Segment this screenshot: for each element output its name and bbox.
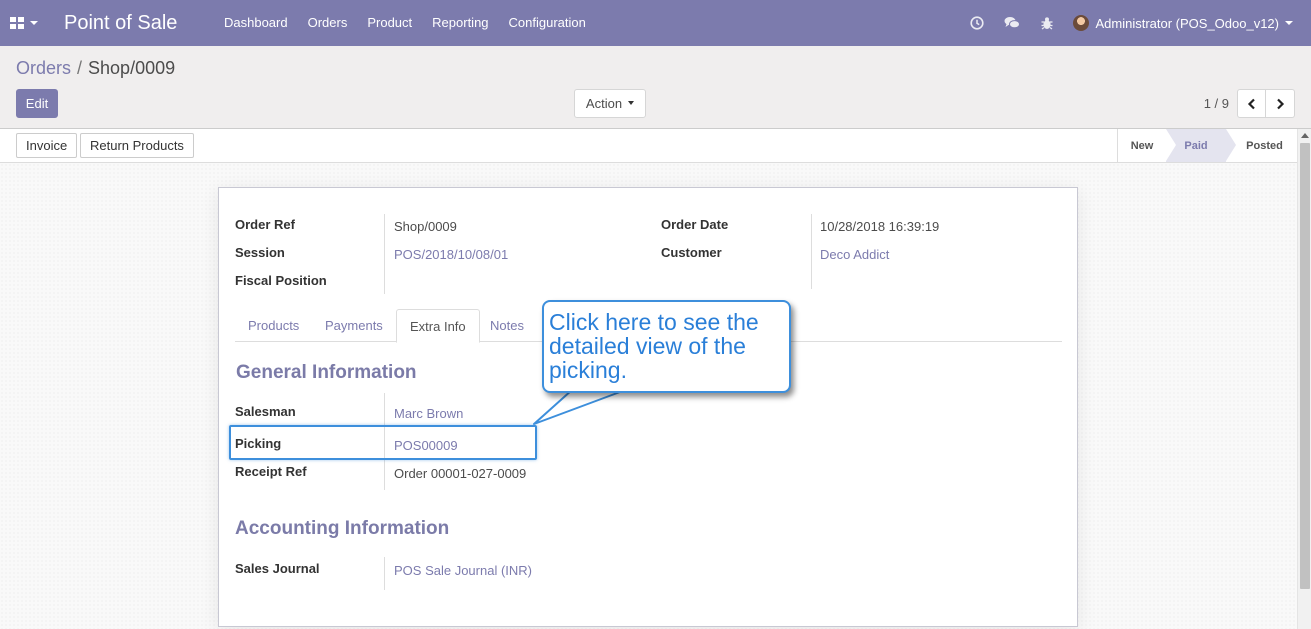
session-link[interactable]: POS/2018/10/08/01 — [394, 247, 508, 262]
action-dropdown-button[interactable]: Action — [574, 89, 646, 118]
callout-bubble: Click here to see the detailed view of t… — [542, 300, 791, 393]
status-step-new: New — [1130, 139, 1154, 152]
pager: 1 / 9 — [1204, 89, 1295, 118]
chevron-down-icon — [30, 21, 38, 25]
navbar-right: Administrator (POS_Odoo_v12) — [968, 0, 1311, 46]
pager-value[interactable]: 1 / 9 — [1204, 96, 1229, 111]
tab-notes[interactable]: Notes — [477, 309, 537, 342]
edit-button[interactable]: Edit — [16, 89, 58, 118]
fiscal-position-label: Fiscal Position — [235, 273, 327, 288]
general-information-title: General Information — [236, 362, 417, 383]
menu-item-product[interactable]: Product — [357, 0, 422, 46]
chevron-right-icon — [1276, 98, 1284, 109]
breadcrumb: Orders / Shop/0009 — [16, 58, 175, 79]
sales-journal-link[interactable]: POS Sale Journal (INR) — [394, 563, 532, 578]
tab-products[interactable]: Products — [235, 309, 312, 342]
form-sheet: Order Ref Shop/0009 Session POS/2018/10/… — [218, 187, 1078, 627]
menu-item-reporting[interactable]: Reporting — [422, 0, 498, 46]
status-step-posted: Posted — [1246, 139, 1283, 152]
accounting-information-title: Accounting Information — [235, 518, 450, 539]
salesman-label: Salesman — [235, 404, 296, 419]
main-menu: Dashboard Orders Product Reporting Confi… — [224, 0, 596, 46]
sales-journal-label: Sales Journal — [235, 561, 320, 576]
return-products-button[interactable]: Return Products — [80, 133, 194, 158]
action-label: Action — [585, 96, 623, 111]
control-panel: Orders / Shop/0009 Edit Action 1 / 9 — [0, 46, 1311, 129]
invoice-button[interactable]: Invoice — [16, 133, 78, 158]
salesman-link[interactable]: Marc Brown — [394, 406, 463, 421]
receipt-ref-label: Receipt Ref — [235, 464, 307, 479]
menu-item-dashboard[interactable]: Dashboard — [224, 0, 298, 46]
order-ref-value: Shop/0009 — [394, 219, 457, 234]
clock-icon[interactable] — [968, 14, 986, 32]
grid-icon — [10, 17, 24, 29]
field-separator — [384, 214, 385, 294]
chevron-left-icon — [1247, 98, 1255, 109]
bug-icon[interactable] — [1038, 14, 1056, 32]
scrollbar-thumb[interactable] — [1300, 143, 1310, 589]
avatar — [1073, 15, 1090, 31]
order-ref-label: Order Ref — [235, 217, 295, 232]
breadcrumb-current: Shop/0009 — [88, 58, 176, 78]
field-separator — [811, 214, 812, 289]
customer-label: Customer — [661, 245, 722, 260]
tab-extra-info[interactable]: Extra Info — [396, 309, 480, 343]
tab-payments[interactable]: Payments — [312, 309, 396, 342]
apps-menu-button[interactable] — [10, 0, 44, 46]
user-name: Administrator (POS_Odoo_v12) — [1095, 15, 1279, 31]
scroll-up-arrow-icon[interactable] — [1301, 133, 1309, 138]
order-date-label: Order Date — [661, 217, 729, 232]
top-navbar: Point of Sale Dashboard Orders Product R… — [0, 0, 1311, 46]
field-separator — [384, 557, 385, 590]
menu-item-orders[interactable]: Orders — [298, 0, 358, 46]
pager-next-button[interactable] — [1266, 89, 1295, 118]
picking-highlight-box — [229, 425, 537, 460]
page-scrollbar[interactable] — [1297, 129, 1311, 629]
chevron-down-icon — [1285, 21, 1293, 25]
breadcrumb-separator: / — [77, 58, 83, 78]
customer-link[interactable]: Deco Addict — [820, 247, 889, 262]
callout-text: Click here to see the detailed view of t… — [549, 309, 759, 383]
order-date-value: 10/28/2018 16:39:19 — [820, 219, 940, 234]
breadcrumb-orders-link[interactable]: Orders — [16, 58, 71, 78]
menu-item-configuration[interactable]: Configuration — [499, 0, 596, 46]
status-step-paid: Paid — [1166, 129, 1236, 162]
form-statusbar: Invoice Return Products New Paid Posted — [0, 129, 1297, 163]
app-title: Point of Sale — [64, 11, 178, 34]
user-menu[interactable]: Administrator (POS_Odoo_v12) — [1073, 15, 1293, 31]
chat-icon[interactable] — [1003, 14, 1021, 32]
session-label: Session — [235, 245, 285, 260]
pager-previous-button[interactable] — [1237, 89, 1266, 118]
receipt-ref-value: Order 00001-027-0009 — [394, 466, 527, 481]
caret-down-icon — [628, 100, 635, 105]
status-steps: New Paid Posted — [1117, 129, 1297, 162]
